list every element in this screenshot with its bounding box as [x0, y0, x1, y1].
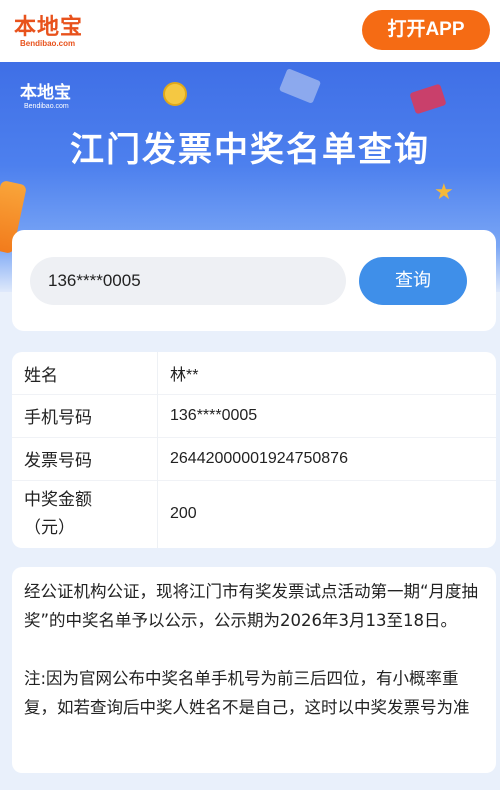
row-label: 发票号码: [12, 437, 158, 480]
notice-box: 经公证机构公证，现将江门市有奖发票试点活动第一期“月度抽奖”的中奖名单予以公示，…: [12, 567, 496, 773]
table-row: 发票号码 26442000001924750876: [12, 437, 496, 481]
row-label: 中奖金额（元）: [12, 480, 158, 548]
coin-icon: [163, 82, 187, 106]
logo-text: 本地宝: [14, 14, 84, 40]
star-icon: ★: [434, 180, 454, 205]
search-card: 136****0005 查询: [12, 230, 496, 331]
row-value: 136****0005: [170, 406, 258, 424]
table-row: 手机号码 136****0005: [12, 394, 496, 438]
banner-logo-text: 本地宝: [20, 83, 71, 103]
open-app-button[interactable]: 打开APP: [362, 10, 490, 50]
card-icon: [409, 83, 447, 115]
row-label: 手机号码: [12, 394, 158, 437]
logo-domain: Bendibao.com: [20, 39, 76, 48]
table-row: 姓名 林**: [12, 352, 496, 395]
notice-note: 注:因为官网公布中奖名单手机号为前三后四位，有小概率重复，如若查询后中奖人姓名不…: [24, 669, 470, 717]
banner-logo-domain: Bendibao.com: [24, 103, 69, 110]
result-table: 姓名 林** 手机号码 136****0005 发票号码 26442000001…: [12, 352, 496, 548]
table-row: 中奖金额（元） 200: [12, 480, 496, 548]
phone-search-input[interactable]: 136****0005: [30, 257, 346, 305]
row-value: 林**: [170, 367, 199, 384]
bendibao-logo[interactable]: 本地宝 Bendibao.com: [14, 9, 94, 53]
top-bar: 本地宝 Bendibao.com 打开APP: [0, 0, 500, 62]
query-button[interactable]: 查询: [359, 257, 467, 305]
row-label: 姓名: [12, 352, 158, 394]
ticket-icon: [278, 68, 322, 104]
notice-paragraph: 经公证机构公证，现将江门市有奖发票试点活动第一期“月度抽奖”的中奖名单予以公示，…: [24, 582, 479, 630]
page-title: 江门发票中奖名单查询: [70, 130, 430, 170]
row-value: 26442000001924750876: [170, 449, 348, 467]
row-value: 200: [170, 505, 197, 522]
banner-logo: 本地宝 Bendibao.com: [20, 78, 71, 110]
